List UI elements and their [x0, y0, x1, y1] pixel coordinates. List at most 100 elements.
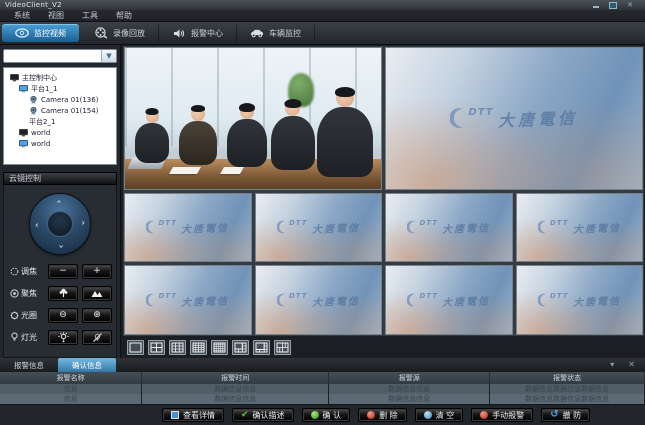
- datang-watermark: DTT 大唐電信: [386, 266, 512, 334]
- pan-left-icon[interactable]: ›: [35, 220, 39, 229]
- video-tile[interactable]: DTT 大唐電信: [385, 193, 513, 263]
- pan-down-icon[interactable]: ›: [56, 245, 65, 249]
- ptz-panel: › › › › 调焦 − + 聚焦: [3, 185, 117, 358]
- tree-item-control-center[interactable]: 主控制中心: [6, 72, 114, 83]
- device-group-dropdown[interactable]: ▼: [3, 49, 117, 63]
- window-controls: ✕: [592, 2, 640, 9]
- minimize-icon[interactable]: [592, 2, 600, 9]
- tree-item-label: 主控制中心: [22, 73, 57, 83]
- crescent-icon: [277, 293, 287, 307]
- collapse-panel-icon[interactable]: ▾: [610, 361, 614, 369]
- video-tile[interactable]: DTT 大唐電信: [385, 265, 513, 335]
- tab-confirm-info[interactable]: 确认信息: [58, 358, 116, 372]
- video-tile[interactable]: DTT 大唐電信: [124, 265, 252, 335]
- tree-item-platform2[interactable]: 平台2_1: [6, 116, 114, 127]
- layout-9-button[interactable]: [169, 340, 186, 355]
- tab-label: 报警中心: [191, 28, 223, 39]
- light-control-row: 灯光: [10, 329, 112, 345]
- ptz-pad-center[interactable]: [47, 211, 73, 237]
- menu-help[interactable]: 帮助: [108, 10, 140, 21]
- layout-25-button[interactable]: [211, 340, 228, 355]
- iris-icon: [10, 311, 19, 320]
- menu-tools[interactable]: 工具: [74, 10, 106, 21]
- iris-close-button[interactable]: ⊖: [48, 308, 78, 323]
- video-grid: DTT 大唐電信 DTT 大唐電信 DTT 大唐電信: [123, 46, 644, 336]
- menu-view[interactable]: 视图: [40, 10, 72, 21]
- cell-alarm-status: 数据信息数据信息数据信息: [490, 394, 645, 404]
- delete-button[interactable]: 删 除: [358, 408, 407, 422]
- crescent-icon: [146, 293, 156, 307]
- video-tile[interactable]: DTT 大唐電信: [124, 193, 252, 263]
- device-tree: 主控制中心 平台1_1 Camera 01(136) Camera 01(154…: [3, 67, 117, 165]
- sidebar: ▼ 主控制中心 平台1_1 Camera 01(136) Camera 01: [0, 45, 121, 358]
- tree-item-label: world: [31, 140, 50, 148]
- tab-alarm-info[interactable]: 报警信息: [0, 358, 58, 372]
- video-tile[interactable]: DTT 大唐電信: [516, 265, 644, 335]
- alarm-table-row[interactable]: 信息 数据信息信息 数据信息信息 数据信息数据信息数据信息: [0, 384, 645, 394]
- cell-alarm-name: 信息: [0, 394, 142, 404]
- alarm-tabbar: 报警信息 确认信息 ▾ ✕: [0, 358, 645, 372]
- datang-watermark: DTT 大唐電信: [386, 194, 512, 262]
- close-icon[interactable]: ✕: [626, 2, 634, 9]
- focus-near-button[interactable]: [48, 286, 78, 301]
- disarm-button[interactable]: ↺ 撤 防: [541, 408, 590, 422]
- tree-item-label: Camera 01(154): [41, 107, 98, 115]
- iris-label: 光圈: [21, 310, 37, 321]
- manual-alarm-icon: [480, 411, 488, 419]
- confirm-button[interactable]: 确 认: [302, 408, 351, 422]
- tree-item-label: 平台2_1: [29, 117, 55, 127]
- video-tile[interactable]: DTT 大唐電信: [255, 193, 383, 263]
- focus-far-button[interactable]: [82, 286, 112, 301]
- layout-1plus5-button[interactable]: [232, 340, 249, 355]
- layout-1-icon: [129, 342, 142, 353]
- maximize-icon[interactable]: [609, 2, 617, 9]
- tree-item-camera-154[interactable]: Camera 01(154): [6, 105, 114, 116]
- layout-16-button[interactable]: [190, 340, 207, 355]
- clear-icon: [424, 411, 432, 419]
- car-icon: [250, 28, 264, 39]
- tab-playback[interactable]: 录像回放: [81, 24, 159, 42]
- ptz-panel-title: 云镜控制: [9, 173, 41, 184]
- tab-alarm-center[interactable]: 报警中心: [159, 24, 237, 42]
- video-main-area: DTT 大唐電信 DTT 大唐電信 DTT 大唐電信: [121, 45, 645, 358]
- zoom-out-button[interactable]: −: [48, 264, 78, 279]
- light-off-button[interactable]: [82, 330, 112, 345]
- monitor-dark-icon: [19, 129, 28, 137]
- tree-item-world-2[interactable]: world: [6, 138, 114, 149]
- confirm-selected-button[interactable]: ✔ 确认描述: [232, 408, 294, 422]
- pan-right-icon[interactable]: ›: [81, 220, 85, 229]
- video-tile-live[interactable]: [124, 47, 382, 190]
- alarm-table-row[interactable]: 信息 数据信息信息 数据信息信息 数据信息数据信息数据信息: [0, 394, 645, 404]
- close-panel-icon[interactable]: ✕: [628, 361, 635, 369]
- tree-item-label: 平台1_1: [31, 84, 57, 94]
- focus-near-icon: [59, 288, 68, 298]
- layout-toolbar: [121, 336, 645, 358]
- light-on-button[interactable]: [48, 330, 78, 345]
- crescent-icon: [450, 107, 466, 129]
- layout-6-button[interactable]: [274, 340, 291, 355]
- view-details-button[interactable]: 查看详情: [162, 408, 224, 422]
- eye-icon: [15, 28, 29, 39]
- manual-alarm-button[interactable]: 手动报警: [471, 408, 533, 422]
- ptz-direction-pad[interactable]: › › › ›: [29, 193, 91, 255]
- layout-1-button[interactable]: [127, 340, 144, 355]
- video-tile[interactable]: DTT 大唐電信: [516, 193, 644, 263]
- clear-button[interactable]: 清 空: [415, 408, 464, 422]
- video-tile-logo[interactable]: DTT 大唐電信: [385, 47, 643, 190]
- tab-live-video[interactable]: 监控视频: [2, 24, 79, 42]
- pan-up-icon[interactable]: ›: [56, 200, 65, 204]
- tree-item-platform1[interactable]: 平台1_1: [6, 83, 114, 94]
- tree-item-camera-136[interactable]: Camera 01(136): [6, 94, 114, 105]
- tab-label: 车辆监控: [269, 28, 301, 39]
- video-tile[interactable]: DTT 大唐電信: [255, 265, 383, 335]
- tree-item-world-1[interactable]: world: [6, 127, 114, 138]
- zoom-in-button[interactable]: +: [82, 264, 112, 279]
- iris-open-button[interactable]: ⊕: [82, 308, 112, 323]
- layout-1plus7-button[interactable]: [253, 340, 270, 355]
- tab-vehicle-monitor[interactable]: 车辆监控: [237, 24, 315, 42]
- layout-1plus5-icon: [234, 342, 247, 353]
- chevron-down-icon: ▼: [101, 50, 116, 62]
- layout-4-button[interactable]: [148, 340, 165, 355]
- menu-system[interactable]: 系统: [6, 10, 38, 21]
- person: [271, 101, 315, 170]
